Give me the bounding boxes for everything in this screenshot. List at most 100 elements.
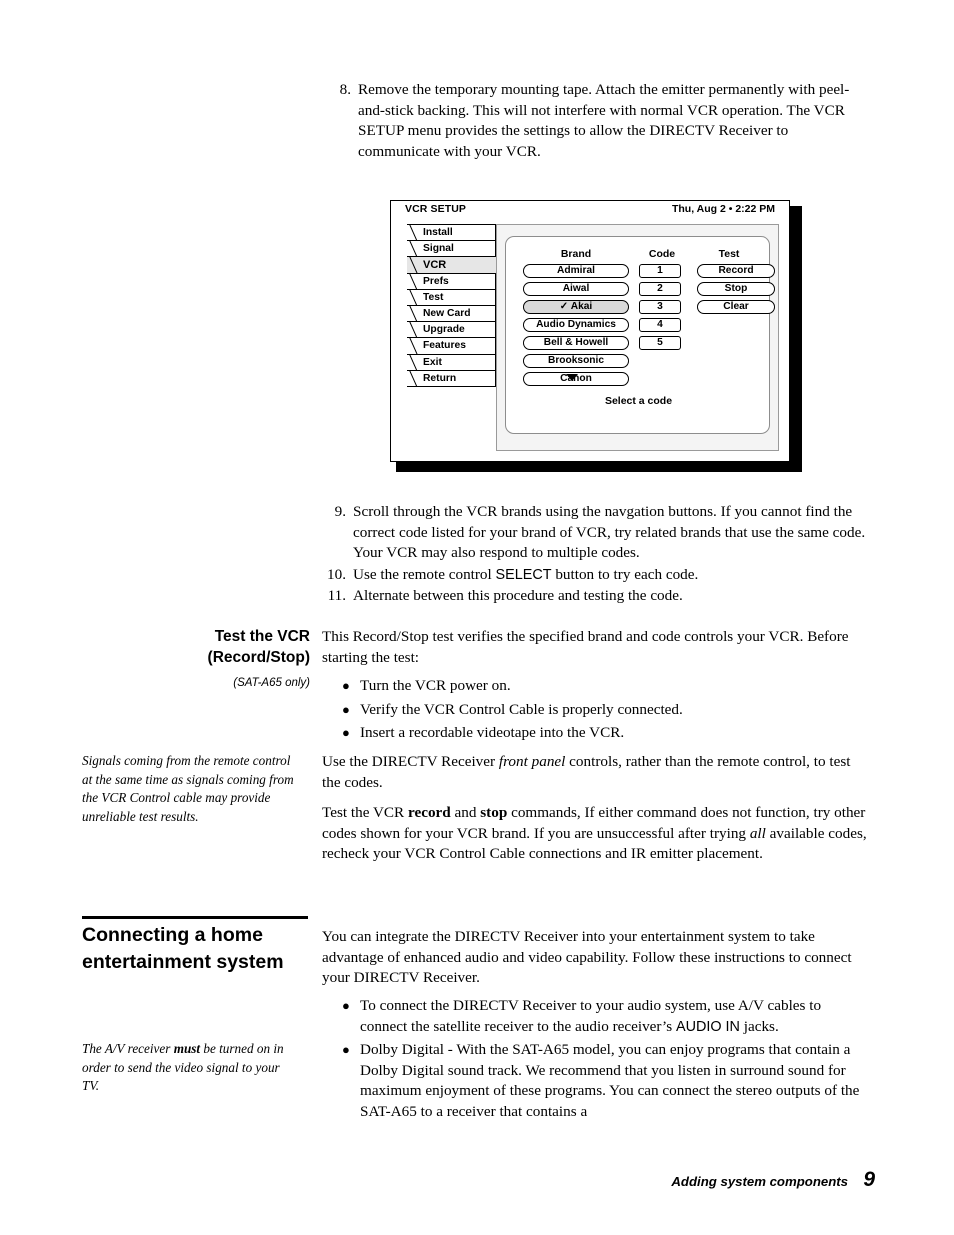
paragraph-test-intro: This Record/Stop test verifies the speci… — [322, 628, 849, 666]
tab-notch-icon — [407, 306, 421, 321]
tab-label: Install — [423, 227, 453, 238]
footer-chapter-title: Adding system components — [671, 1174, 848, 1189]
step-text-pre: Use the remote control — [353, 565, 496, 583]
screen-content-pane: Brand Code Test Admiral Aiwal ✓ Akai Aud… — [496, 224, 779, 451]
margin-note-av-receiver: The A/V receiver must be turned on in or… — [82, 1040, 297, 1096]
code-button-5[interactable]: 5 — [639, 336, 681, 350]
step-text: Use the remote control SELECT button to … — [353, 565, 870, 586]
screen-tab-features[interactable]: Features — [407, 337, 496, 355]
screen-tab-signal[interactable]: Signal — [407, 240, 496, 258]
code-button-1[interactable]: 1 — [639, 264, 681, 278]
bullet-text: Insert a recordable videotape into the V… — [360, 724, 625, 742]
tab-notch-icon — [407, 257, 421, 272]
brand-button-audio-dynamics[interactable]: Audio Dynamics — [523, 318, 629, 332]
step-number: 11. — [327, 587, 346, 605]
bullet-text: Verify the VCR Control Cable is properly… — [360, 700, 683, 718]
tab-label: New Card — [423, 307, 471, 319]
code-button-4[interactable]: 4 — [639, 318, 681, 332]
test-button-record[interactable]: Record — [697, 264, 775, 278]
emphasis-must: must — [173, 1041, 201, 1056]
list-item: ● Verify the VCR Control Cable is proper… — [336, 700, 870, 721]
scroll-down-arrow-icon[interactable] — [566, 374, 578, 381]
screen-title: VCR SETUP — [405, 203, 466, 215]
text-pre: The A/V receiver — [82, 1041, 174, 1056]
brand-button-akai-selected[interactable]: ✓ Akai — [523, 300, 629, 314]
code-button-2[interactable]: 2 — [639, 282, 681, 296]
screen-tab-install[interactable]: Install — [407, 224, 496, 242]
list-item: 9. Scroll through the VCR brands using t… — [325, 502, 870, 564]
paragraph-front-panel: Use the DIRECTV Receiver front panel con… — [322, 752, 870, 793]
tab-label: Return — [423, 372, 457, 384]
bullet-list-before-test: ● Turn the VCR power on. ● Verify the VC… — [336, 676, 870, 747]
paragraph-integrate-intro: You can integrate the DIRECTV Receiver i… — [322, 928, 852, 987]
screen-tab-exit[interactable]: Exit — [407, 353, 496, 371]
tab-label: Test — [423, 291, 444, 303]
screen-frame: VCR SETUP Thu, Aug 2 • 2:22 PM Install S… — [390, 200, 790, 462]
tab-label: Prefs — [423, 275, 449, 287]
brand-button-admiral[interactable]: Admiral — [523, 264, 629, 278]
screen-tab-upgrade[interactable]: Upgrade — [407, 321, 496, 339]
tab-notch-icon — [407, 371, 421, 386]
tab-label: VCR — [423, 259, 447, 272]
bullet-icon: ● — [342, 701, 350, 717]
tab-notch-icon — [407, 225, 421, 240]
tab-notch-icon — [407, 290, 421, 305]
screen-tab-column: Install Signal VCR Prefs Test New Card U… — [407, 224, 496, 387]
column-header-brand: Brand — [560, 248, 592, 260]
screen-inner-panel: Brand Code Test Admiral Aiwal ✓ Akai Aud… — [505, 236, 775, 434]
tab-notch-icon — [407, 355, 421, 370]
step-number: 8. — [339, 81, 351, 98]
screen-tab-test[interactable]: Test — [407, 288, 496, 306]
vcr-setup-screen-figure: VCR SETUP Thu, Aug 2 • 2:22 PM Install S… — [390, 200, 802, 472]
document-page: 8. Remove the temporary mounting tape. A… — [0, 0, 954, 1235]
list-item: ● To connect the DIRECTV Receiver to you… — [336, 996, 870, 1037]
test-button-clear[interactable]: Clear — [697, 300, 775, 314]
heading-line-1: Test the VCR — [214, 628, 310, 645]
code-button-3[interactable]: 3 — [639, 300, 681, 314]
brand-button-bell-and-howell[interactable]: Bell & Howell — [523, 336, 629, 350]
list-item: ● Dolby Digital - With the SAT-A65 model… — [336, 1040, 870, 1122]
heading-subtitle: (SAT-A65 only) — [233, 677, 310, 689]
screen-tab-new-card[interactable]: New Card — [407, 304, 496, 323]
section-divider-rule — [82, 916, 308, 919]
step-number: 9. — [334, 503, 346, 520]
test-button-stop[interactable]: Stop — [697, 282, 775, 296]
tab-label: Signal — [423, 243, 454, 255]
emphasis-all: all — [749, 824, 766, 842]
bullet-list-home-entertainment: ● To connect the DIRECTV Receiver to you… — [336, 996, 870, 1126]
tab-notch-icon — [407, 338, 421, 353]
step-text-post: button to try each code. — [551, 565, 699, 583]
section-heading-connecting-home-entertainment: Connecting a home entertainment system — [82, 924, 284, 973]
bullet-icon: ● — [342, 1042, 350, 1058]
emphasis-front-panel: front panel — [498, 753, 566, 770]
paragraph-test-commands: Test the VCR record and stop commands, I… — [322, 803, 870, 865]
jack-label-audio-in: AUDIO IN — [675, 1018, 740, 1035]
numbered-steps-9-11: 9. Scroll through the VCR brands using t… — [325, 502, 870, 607]
column-header-test: Test — [718, 248, 740, 260]
screen-clock: Thu, Aug 2 • 2:22 PM — [671, 203, 775, 215]
text-2: and — [450, 804, 481, 821]
bullet-text: To connect the DIRECTV Receiver to your … — [360, 996, 870, 1037]
bullet-text: Dolby Digital - With the SAT-A65 model, … — [360, 1041, 860, 1120]
tab-notch-icon — [407, 274, 421, 289]
tab-label: Upgrade — [423, 324, 465, 336]
tab-label: Features — [423, 340, 466, 352]
text-pre: Use the DIRECTV Receiver — [322, 753, 499, 770]
brand-button-brooksonic[interactable]: Brooksonic — [523, 354, 629, 368]
margin-note-signals: Signals coming from the remote control a… — [82, 753, 294, 824]
list-item: ● Turn the VCR power on. — [336, 676, 870, 697]
tab-notch-icon — [407, 241, 421, 256]
text-1: Test the VCR — [322, 804, 408, 821]
screen-tab-vcr[interactable]: VCR — [407, 256, 496, 274]
tab-notch-icon — [407, 322, 421, 337]
column-header-code: Code — [648, 248, 676, 260]
numbered-step-8: 8. Remove the temporary mounting tape. A… — [330, 80, 870, 162]
screen-tab-prefs[interactable]: Prefs — [407, 272, 496, 290]
step-text: Alternate between this procedure and tes… — [353, 587, 683, 605]
section-heading-test-the-vcr: Test the VCR (Record/Stop) (SAT-A65 only… — [100, 627, 310, 694]
footer-page-number: 9 — [863, 1168, 875, 1191]
list-item: 8. Remove the temporary mounting tape. A… — [330, 80, 870, 162]
list-item: 11. Alternate between this procedure and… — [325, 586, 870, 607]
screen-tab-return[interactable]: Return — [407, 369, 496, 387]
brand-button-aiwal[interactable]: Aiwal — [523, 282, 629, 296]
